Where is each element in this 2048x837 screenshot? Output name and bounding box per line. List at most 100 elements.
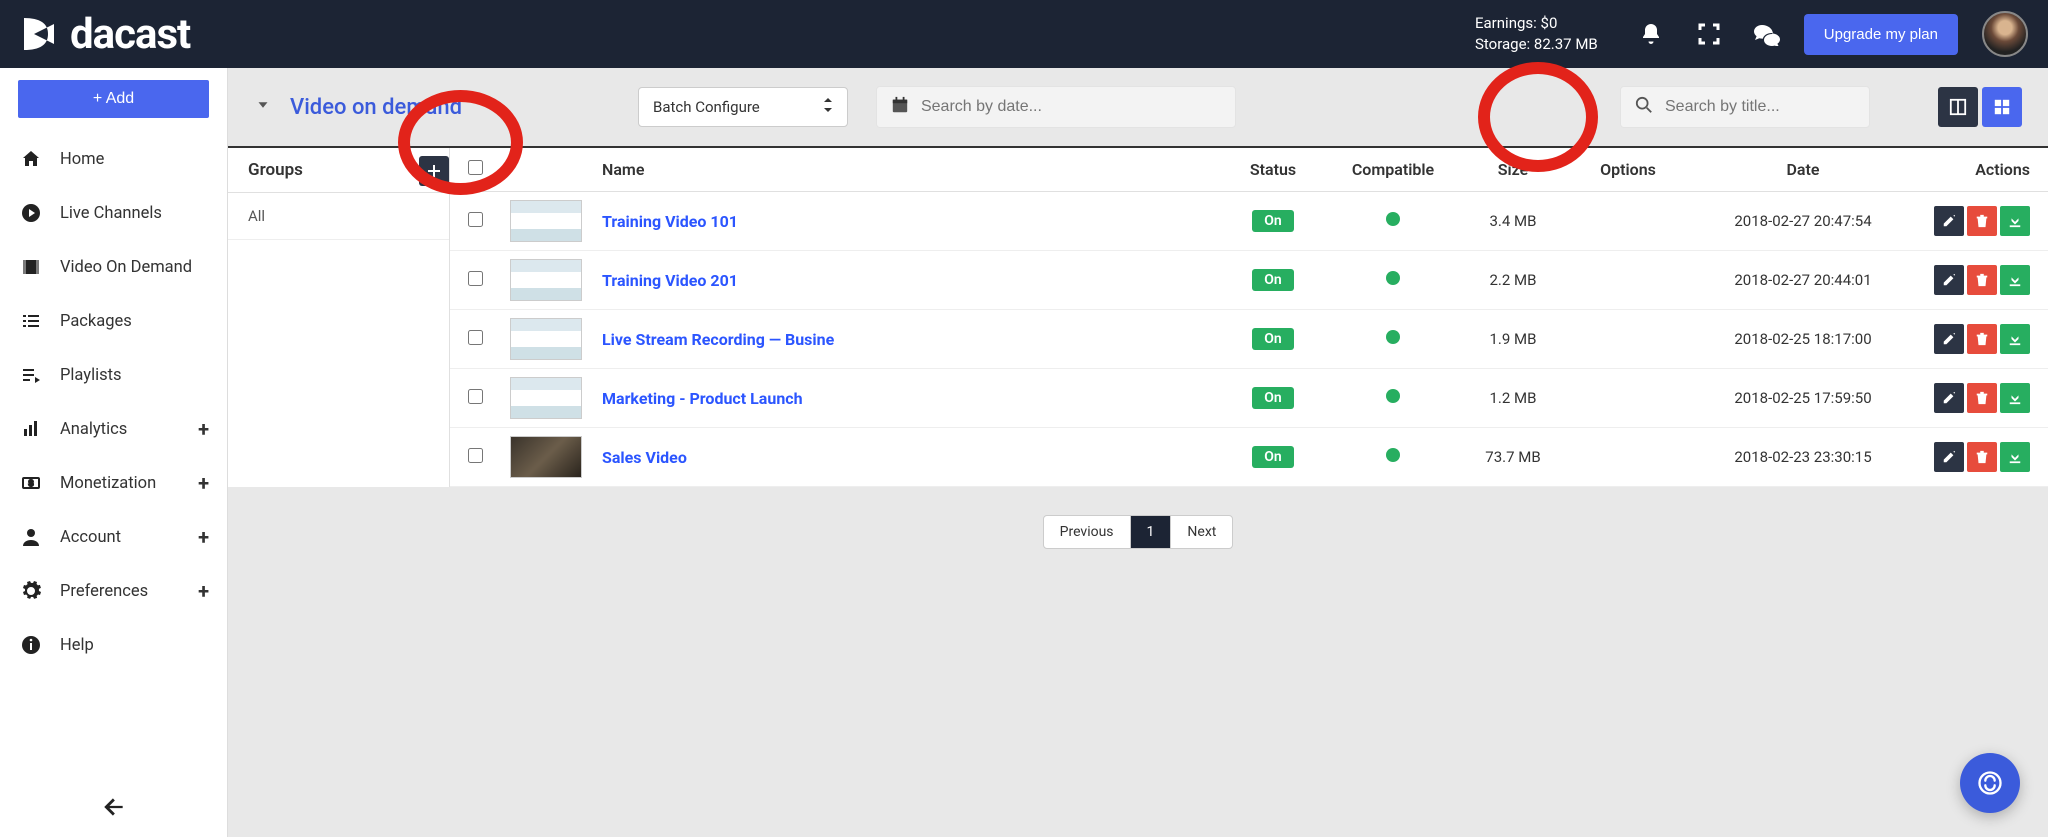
delete-button[interactable] [1967,383,1997,413]
video-name-link[interactable]: Marketing - Product Launch [602,389,803,408]
bell-icon[interactable] [1638,21,1664,47]
date-cell: 2018-02-25 17:59:50 [1688,369,1918,428]
toolbar: Video on demand Batch Configure [228,68,2048,146]
size-cell: 1.2 MB [1458,369,1568,428]
logo-mark-icon [20,14,60,54]
sidebar-item-vod[interactable]: Video On Demand [0,240,227,294]
main-content: Video on demand Batch Configure [228,68,2048,837]
table-row: Training Video 201 On 2.2 MB 2018-02-27 … [450,251,2048,310]
delete-button[interactable] [1967,442,1997,472]
row-checkbox[interactable] [468,212,483,227]
page-title[interactable]: Video on demand [254,95,462,120]
video-thumbnail[interactable] [510,259,582,301]
add-button[interactable]: + Add [18,80,209,118]
edit-button[interactable] [1934,206,1964,236]
col-name: Name [592,148,1218,192]
video-thumbnail[interactable] [510,318,582,360]
list-view-button[interactable] [1938,87,1978,127]
video-thumbnail[interactable] [510,200,582,242]
sidebar-item-monetization[interactable]: $ Monetization + [0,456,227,510]
content-table-wrap: Groups All Name Status Compa [228,146,2048,487]
sidebar-item-label: Analytics [60,420,127,439]
sidebar-item-live-channels[interactable]: Live Channels [0,186,227,240]
video-name-link[interactable]: Training Video 101 [602,212,738,231]
sidebar-item-label: Playlists [60,366,122,385]
video-name-link[interactable]: Training Video 201 [602,271,738,290]
batch-configure-select[interactable]: Batch Configure [638,87,848,127]
plus-icon: + [198,471,209,495]
video-name-link[interactable]: Sales Video [602,448,687,467]
sidebar-item-analytics[interactable]: Analytics + [0,402,227,456]
search-date-input[interactable] [921,98,1221,116]
edit-button[interactable] [1934,324,1964,354]
size-cell: 1.9 MB [1458,310,1568,369]
home-icon [20,148,42,170]
col-options: Options [1568,148,1688,192]
compatible-indicator [1386,212,1400,226]
pagination-prev[interactable]: Previous [1044,516,1131,548]
pagination-page-1[interactable]: 1 [1131,516,1172,548]
pagination-next[interactable]: Next [1171,516,1232,548]
video-name-link[interactable]: Live Stream Recording — Busine [602,330,834,349]
edit-button[interactable] [1934,265,1964,295]
grid-view-button[interactable] [1982,87,2022,127]
sidebar-item-preferences[interactable]: Preferences + [0,564,227,618]
chart-icon [20,418,42,440]
date-cell: 2018-02-23 23:30:15 [1688,428,1918,487]
playlist-icon [20,364,42,386]
sidebar-item-account[interactable]: Account + [0,510,227,564]
collapse-sidebar-icon[interactable] [101,794,127,827]
row-checkbox[interactable] [468,448,483,463]
delete-button[interactable] [1967,324,1997,354]
brand-name: dacast [70,10,190,59]
download-button[interactable] [2000,442,2030,472]
row-checkbox[interactable] [468,389,483,404]
brand-logo[interactable]: dacast [20,10,190,59]
sidebar-item-label: Help [60,636,94,655]
fullscreen-icon[interactable] [1696,21,1722,47]
delete-button[interactable] [1967,206,1997,236]
sidebar-item-label: Home [60,150,104,169]
chat-icon[interactable] [1754,21,1780,47]
search-by-date[interactable] [876,86,1236,128]
sidebar-item-playlists[interactable]: Playlists [0,348,227,402]
row-checkbox[interactable] [468,271,483,286]
sidebar: + Add Home Live Channels Video On Demand… [0,68,228,837]
download-button[interactable] [2000,206,2030,236]
avatar[interactable] [1982,11,2028,57]
download-button[interactable] [2000,383,2030,413]
group-item-all[interactable]: All [228,193,449,240]
edit-button[interactable] [1934,442,1964,472]
delete-button[interactable] [1967,265,1997,295]
sidebar-item-label: Monetization [60,474,156,493]
size-cell: 2.2 MB [1458,251,1568,310]
sidebar-item-label: Account [60,528,121,547]
plus-icon: + [198,525,209,549]
row-checkbox[interactable] [468,330,483,345]
col-status: Status [1218,148,1328,192]
plus-icon: + [198,579,209,603]
compatible-indicator [1386,271,1400,285]
sidebar-item-help[interactable]: Help [0,618,227,672]
download-button[interactable] [2000,265,2030,295]
search-title-input[interactable] [1665,98,1872,116]
sidebar-item-home[interactable]: Home [0,132,227,186]
select-all-checkbox[interactable] [468,160,483,175]
play-circle-icon [20,202,42,224]
sidebar-item-packages[interactable]: Packages [0,294,227,348]
add-group-button[interactable] [419,156,449,186]
table-row: Live Stream Recording — Busine On 1.9 MB… [450,310,2048,369]
video-thumbnail[interactable] [510,436,582,478]
account-stats: Earnings: $0 Storage: 82.37 MB [1475,13,1598,55]
compatible-indicator [1386,448,1400,462]
download-button[interactable] [2000,324,2030,354]
search-by-title[interactable] [1620,86,1870,128]
plus-icon: + [198,417,209,441]
col-date: Date [1688,148,1918,192]
col-compatible: Compatible [1328,148,1458,192]
edit-button[interactable] [1934,383,1964,413]
table-row: Sales Video On 73.7 MB 2018-02-23 23:30:… [450,428,2048,487]
upgrade-plan-button[interactable]: Upgrade my plan [1804,14,1958,55]
help-chat-button[interactable] [1960,753,2020,813]
video-thumbnail[interactable] [510,377,582,419]
